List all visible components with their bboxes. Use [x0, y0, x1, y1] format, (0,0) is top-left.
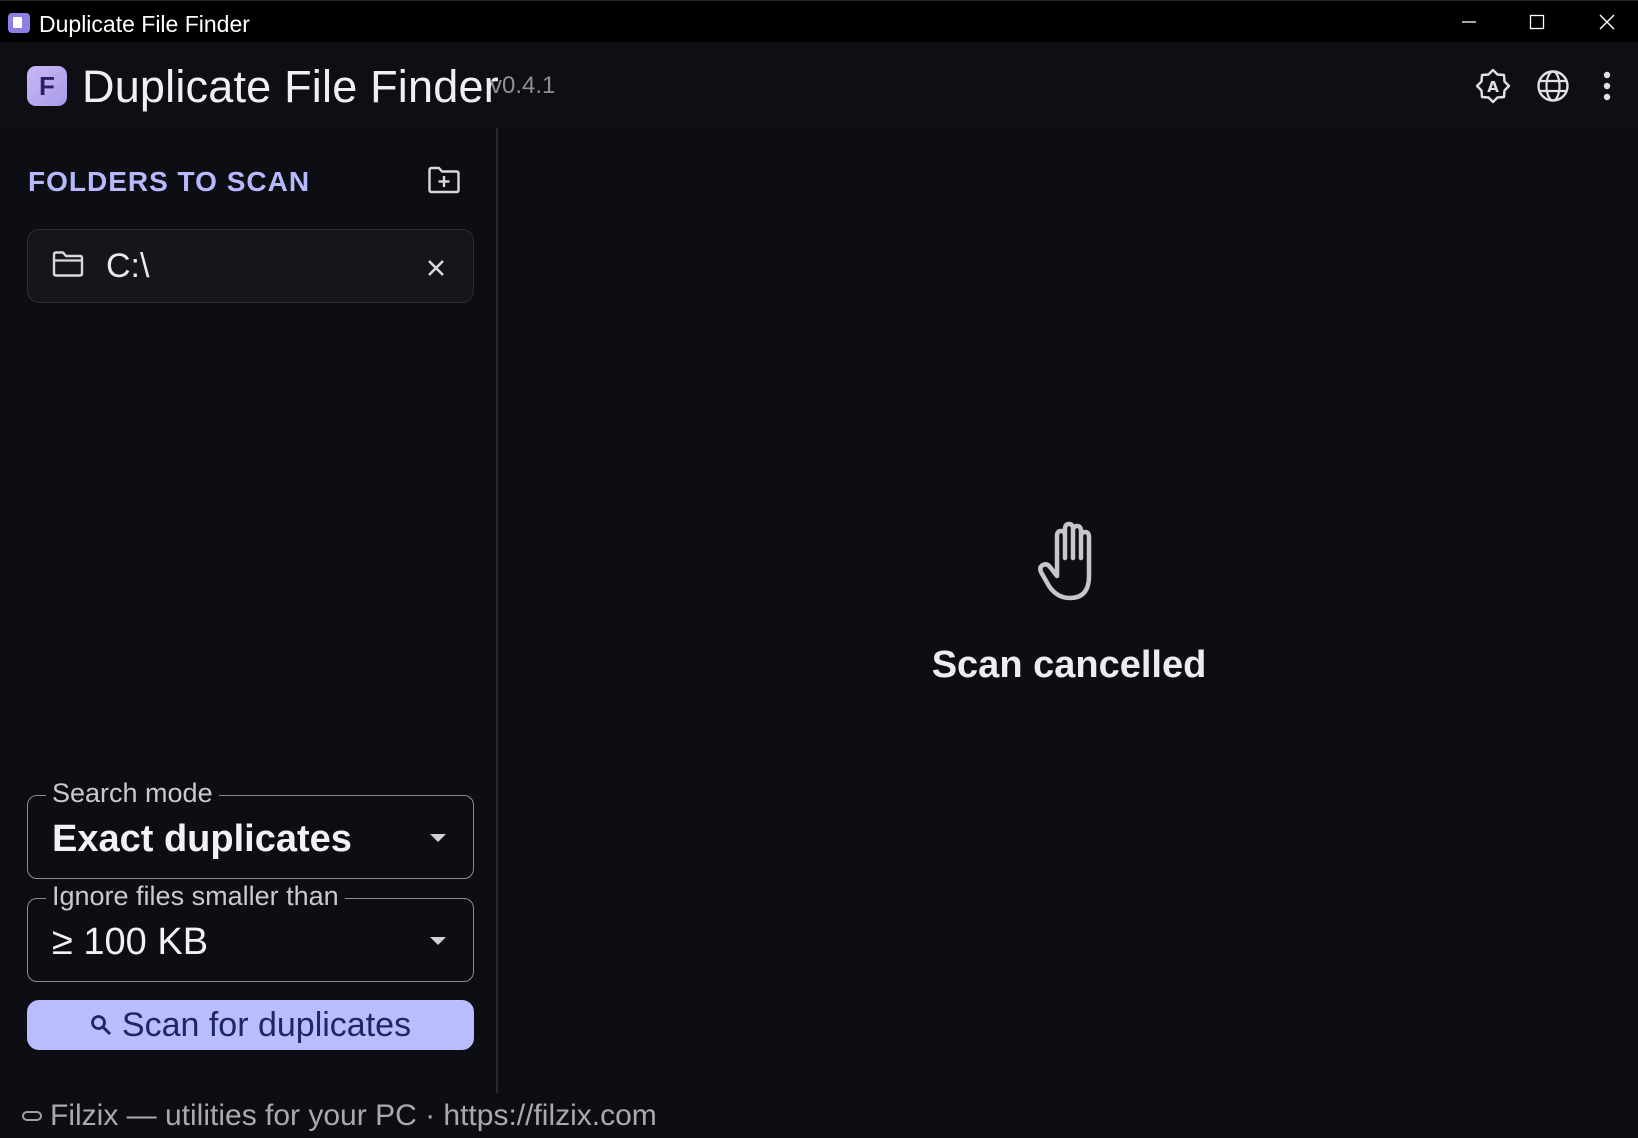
more-options-button[interactable]	[1589, 62, 1625, 110]
add-folder-button[interactable]	[424, 162, 464, 198]
brightness-auto-icon: A	[1475, 68, 1511, 104]
min-size-label: Ignore files smaller than	[46, 881, 345, 912]
results-panel: Scan cancelled	[500, 128, 1638, 1093]
remove-folder-button[interactable]	[420, 252, 452, 284]
link-icon	[22, 1110, 42, 1121]
folder-path: C:\	[106, 247, 150, 285]
chevron-down-icon	[430, 937, 446, 945]
maximize-icon	[1529, 14, 1545, 30]
window-title: Duplicate File Finder	[39, 11, 250, 37]
folders-section-title: FOLDERS TO SCAN	[28, 166, 311, 197]
sidebar: FOLDERS TO SCAN C:\ Search mode Exact du…	[0, 128, 498, 1093]
maximize-button[interactable]	[1502, 1, 1572, 43]
minimize-icon	[1462, 21, 1476, 23]
app-window-icon	[8, 13, 30, 33]
search-icon	[91, 1015, 111, 1036]
app-name: Duplicate File Finder	[82, 61, 499, 112]
app-logo: F	[27, 66, 67, 106]
folder-icon	[52, 251, 84, 277]
folder-list-item: C:\	[27, 229, 474, 303]
close-icon	[428, 260, 444, 276]
folder-plus-icon	[428, 166, 460, 194]
app-version: v0.4.1	[490, 72, 556, 99]
scan-status-message: Scan cancelled	[931, 644, 1207, 686]
chevron-down-icon	[430, 834, 446, 842]
scan-for-duplicates-button[interactable]: Scan for duplicates	[27, 1000, 474, 1050]
language-button[interactable]	[1529, 62, 1577, 110]
close-icon	[1599, 14, 1615, 30]
scan-button-label: Scan for duplicates	[121, 1005, 412, 1044]
theme-toggle-button[interactable]: A	[1469, 62, 1517, 110]
minimize-button[interactable]	[1434, 1, 1504, 43]
window-titlebar: Duplicate File Finder	[0, 0, 1638, 42]
footer: Filzix — utilities for your PC · https:/…	[0, 1093, 1638, 1138]
min-size-select[interactable]: Ignore files smaller than ≥ 100 KB	[27, 881, 474, 982]
search-mode-value: Exact duplicates	[52, 818, 352, 860]
hand-stop-icon	[1038, 521, 1092, 601]
search-mode-select[interactable]: Search mode Exact duplicates	[27, 778, 474, 879]
search-mode-label: Search mode	[46, 778, 219, 809]
more-vertical-icon	[1603, 71, 1611, 101]
close-window-button[interactable]	[1572, 1, 1638, 43]
min-size-value: ≥ 100 KB	[52, 921, 209, 963]
app-header: F Duplicate File Finder v0.4.1 A	[0, 42, 1638, 128]
globe-icon	[1537, 70, 1569, 102]
svg-text:A: A	[1487, 78, 1499, 96]
footer-link[interactable]: Filzix — utilities for your PC · https:/…	[50, 1099, 657, 1133]
